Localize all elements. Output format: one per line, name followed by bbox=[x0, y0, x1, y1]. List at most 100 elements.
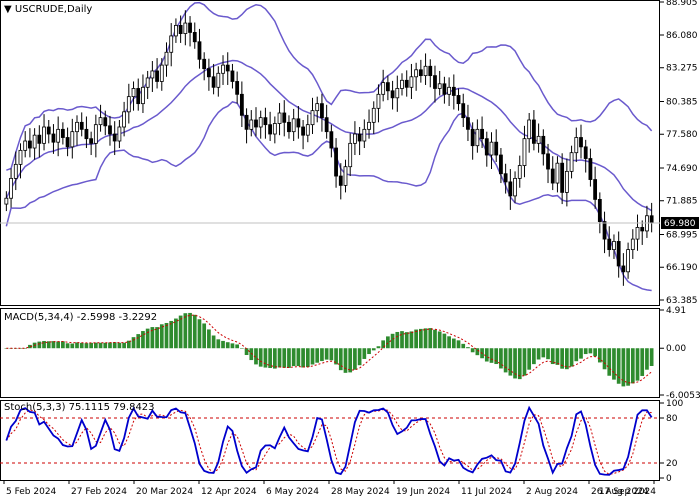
candle-body bbox=[282, 112, 287, 123]
macd-bar bbox=[635, 348, 640, 381]
macd-bar bbox=[447, 336, 451, 349]
candle-body bbox=[470, 128, 475, 147]
macd-bar bbox=[159, 324, 164, 349]
candle-body bbox=[324, 117, 329, 133]
candle-body bbox=[357, 133, 362, 142]
candle-body bbox=[122, 111, 127, 128]
time-tick-label: 6 May 2024 bbox=[266, 487, 319, 497]
macd-bar bbox=[423, 328, 428, 349]
macd-bar bbox=[287, 348, 291, 368]
candle-body bbox=[98, 117, 103, 126]
candle-body bbox=[169, 35, 174, 53]
macd-bar bbox=[588, 348, 593, 354]
macd-bar bbox=[117, 342, 122, 349]
chart-title: ▼ USCRUDE,Daily bbox=[4, 4, 92, 15]
candle-body bbox=[23, 140, 28, 151]
stoch-tick-label: 100 bbox=[666, 399, 683, 409]
candle-body bbox=[433, 75, 437, 89]
candle-body bbox=[461, 103, 466, 119]
candle-body bbox=[51, 133, 56, 143]
candle-body bbox=[583, 146, 588, 159]
candle-body bbox=[626, 249, 630, 273]
candle-body bbox=[249, 119, 254, 130]
macd-bar bbox=[42, 340, 46, 349]
macd-bar bbox=[371, 348, 376, 351]
candle-body bbox=[564, 170, 569, 193]
candle-body bbox=[18, 149, 23, 165]
macd-bar bbox=[376, 346, 381, 349]
candle-body bbox=[225, 64, 230, 72]
macd-bar bbox=[536, 348, 541, 360]
chart-background bbox=[0, 0, 700, 500]
candle-body bbox=[315, 103, 320, 112]
candle-body bbox=[612, 241, 616, 251]
candle-body bbox=[155, 70, 159, 82]
candle-body bbox=[244, 114, 249, 130]
macd-bar bbox=[70, 343, 75, 349]
macd-bar bbox=[626, 348, 630, 386]
current-price-label: 69.980 bbox=[664, 219, 696, 229]
macd-bar bbox=[79, 342, 84, 349]
macd-bar bbox=[428, 328, 433, 349]
candle-body bbox=[202, 58, 207, 70]
macd-bar bbox=[569, 348, 574, 367]
candle-body bbox=[451, 86, 456, 96]
candle-body bbox=[301, 126, 305, 136]
macd-bar bbox=[183, 313, 188, 349]
macd-bar bbox=[65, 343, 70, 349]
candle-body bbox=[13, 163, 18, 179]
candle-body bbox=[60, 128, 65, 138]
candle-body bbox=[211, 76, 216, 88]
macd-bar bbox=[258, 348, 263, 367]
candle-body bbox=[630, 238, 635, 251]
macd-bar bbox=[84, 343, 89, 349]
candle-body bbox=[178, 25, 183, 34]
macd-bar bbox=[475, 348, 480, 356]
macd-bar bbox=[301, 348, 305, 368]
macd-bar bbox=[230, 343, 235, 349]
candle-body bbox=[79, 121, 84, 130]
macd-tick-label: 4.91 bbox=[666, 306, 686, 316]
candle-body bbox=[4, 197, 9, 205]
candle-body bbox=[550, 168, 555, 184]
candle-body bbox=[456, 95, 461, 105]
macd-bar bbox=[522, 348, 527, 376]
candle-body bbox=[216, 72, 221, 88]
price-tick-label: 83.275 bbox=[666, 64, 698, 74]
time-tick-label: 5 Feb 2024 bbox=[6, 487, 57, 497]
candle-body bbox=[649, 215, 654, 224]
macd-bar bbox=[272, 348, 277, 369]
macd-bar bbox=[362, 348, 367, 359]
candle-body bbox=[277, 112, 282, 124]
macd-bar bbox=[433, 329, 437, 349]
macd-bar bbox=[456, 340, 461, 349]
macd-bar bbox=[235, 344, 240, 349]
candle-body bbox=[117, 126, 122, 142]
candle-body bbox=[263, 117, 268, 126]
candle-body bbox=[291, 118, 296, 133]
chart-root[interactable]: 88.905 86.080 83.275 80.385 77.580 74.690 71.8… bbox=[0, 0, 700, 500]
candle-body bbox=[42, 126, 46, 144]
candle-body bbox=[183, 22, 188, 34]
macd-bar bbox=[324, 348, 329, 360]
macd-bar bbox=[216, 339, 221, 349]
time-tick-label: 17 Sep 2024 bbox=[599, 487, 656, 497]
candle-body bbox=[390, 90, 395, 99]
price-tick-label: 66.190 bbox=[666, 263, 698, 273]
macd-bar bbox=[395, 331, 400, 349]
macd-bar bbox=[188, 312, 192, 349]
candle-body bbox=[131, 88, 136, 98]
macd-bar bbox=[527, 348, 532, 370]
macd-bar bbox=[381, 340, 386, 349]
price-tick-label: 71.885 bbox=[666, 197, 698, 207]
candle-body bbox=[640, 227, 645, 232]
stoch-tick-label: 80 bbox=[666, 414, 678, 424]
candle-body bbox=[338, 175, 343, 186]
candle-body bbox=[409, 76, 414, 88]
macd-bar bbox=[466, 347, 470, 349]
candle-body bbox=[381, 82, 386, 95]
candle-body bbox=[531, 119, 536, 144]
macd-bar bbox=[489, 348, 494, 363]
candle-body bbox=[188, 22, 192, 33]
candle-body bbox=[362, 128, 367, 142]
